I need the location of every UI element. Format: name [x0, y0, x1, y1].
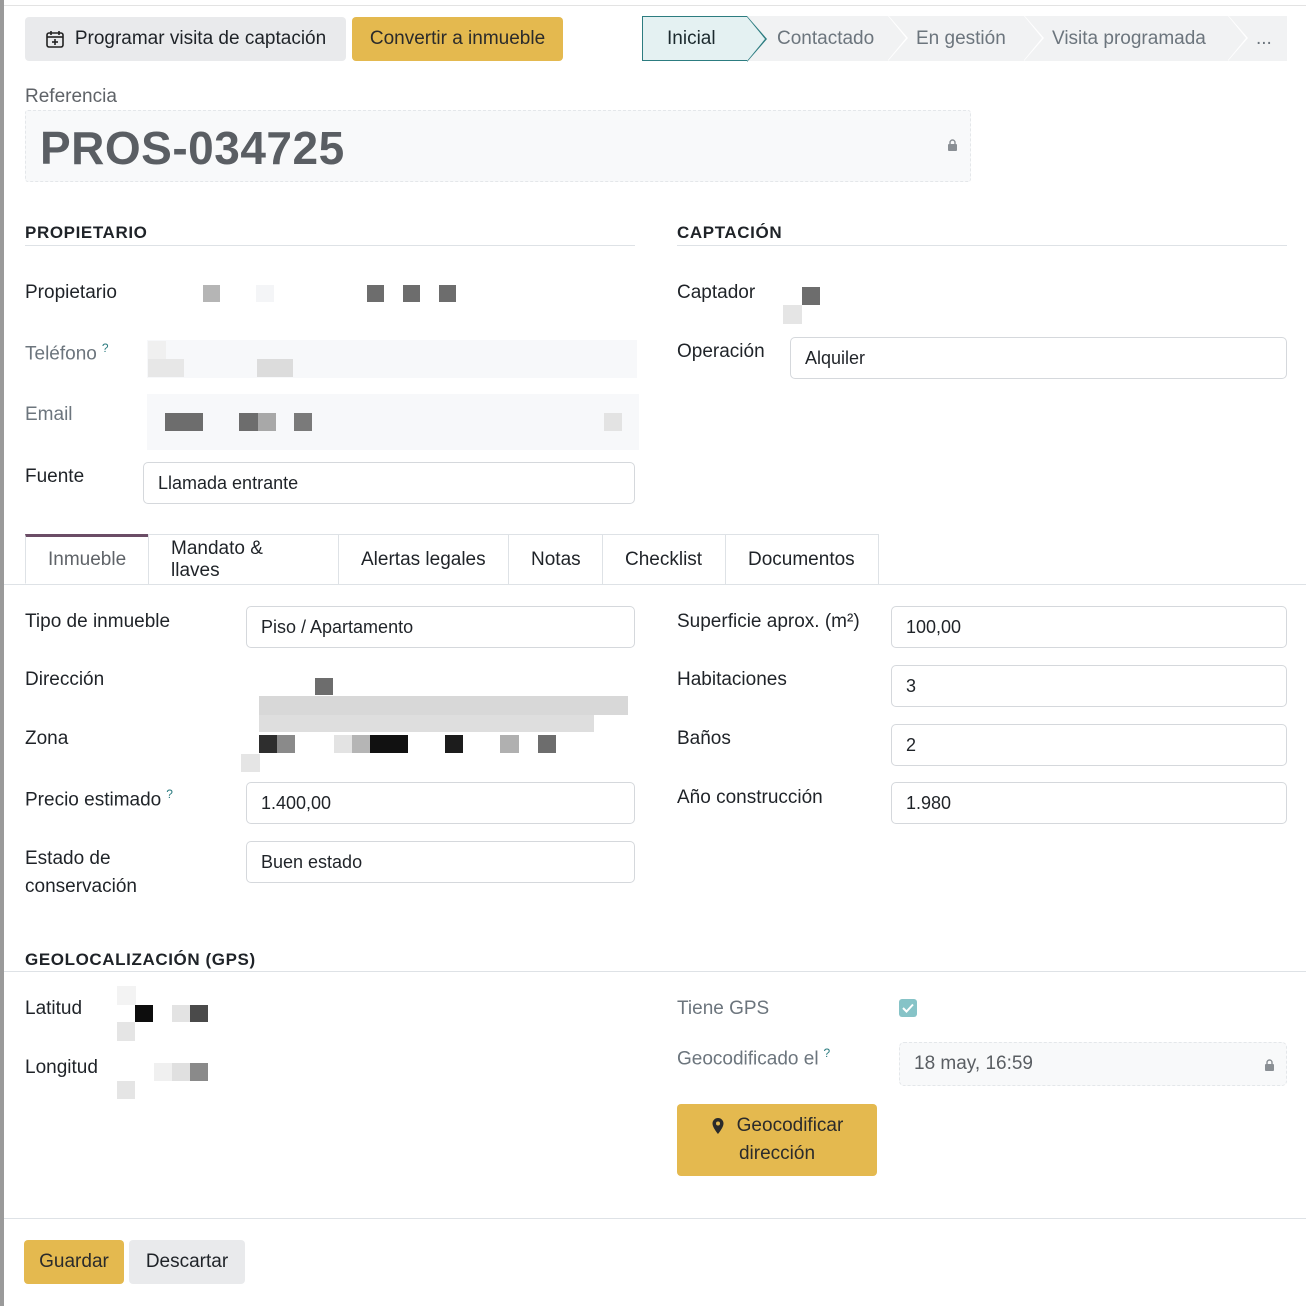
lock-icon [948, 139, 957, 151]
address-label: Dirección [25, 669, 105, 690]
has-gps-checkbox[interactable] [899, 999, 917, 1017]
tab-documentos[interactable]: Documentos [725, 534, 879, 584]
address-value-redacted[interactable] [240, 676, 632, 732]
stage-label: Contactado [777, 27, 875, 49]
property-type-label: Tipo de inmueble [25, 611, 171, 632]
surface-label: Superficie aprox. (m²) [677, 611, 860, 632]
geocode-address-button[interactable]: Geocodificar dirección [677, 1104, 877, 1176]
owner-label: Propietario [25, 282, 117, 303]
convert-to-property-button[interactable]: Convertir a inmueble [352, 17, 563, 61]
email-label: Email [25, 404, 73, 425]
captor-value-redacted[interactable] [782, 284, 822, 326]
latitude-value-redacted[interactable] [116, 985, 636, 1043]
geocode-button-line1: Geocodificar [711, 1112, 844, 1140]
rooms-label: Habitaciones [677, 669, 787, 690]
tab-notas[interactable]: Notas [508, 534, 603, 584]
owner-section-title: PROPIETARIO [25, 223, 148, 242]
longitude-value-redacted[interactable] [116, 1045, 636, 1101]
condition-label-line2: conservación [25, 876, 137, 897]
footer-rule [4, 1218, 1306, 1219]
tab-inmueble[interactable]: Inmueble [25, 534, 149, 584]
surface-field[interactable]: 100,00 [891, 606, 1287, 648]
email-value-redacted[interactable] [147, 394, 639, 450]
tabs-rule [4, 584, 1306, 585]
stage-visita-programada[interactable]: Visita programada [1024, 15, 1248, 61]
stage-contactado[interactable]: Contactado [747, 15, 908, 61]
discard-button[interactable]: Descartar [129, 1240, 245, 1284]
schedule-visit-button[interactable]: Programar visita de captación [25, 17, 346, 61]
geocode-button-label-2: dirección [738, 1143, 816, 1164]
source-field[interactable]: Llamada entrante [143, 462, 635, 504]
geocoded-field: 18 may, 16:59 [899, 1042, 1287, 1086]
phone-value-redacted[interactable] [147, 340, 637, 378]
save-label: Guardar [39, 1251, 109, 1272]
year-field[interactable]: 1.980 [891, 782, 1287, 824]
longitude-label: Longitud [25, 1057, 98, 1078]
condition-label: Estado de conservación [25, 845, 137, 901]
help-icon: ? [101, 341, 109, 355]
notebook-tabs: Inmueble Mandato & llaves Alertas legale… [25, 534, 879, 584]
stage-label: Visita programada [1052, 27, 1206, 49]
latitude-label: Latitud [25, 998, 83, 1019]
geo-section-title: GEOLOCALIZACIÓN (GPS) [25, 950, 256, 969]
property-type-field[interactable]: Piso / Apartamento [246, 606, 635, 648]
geo-section-rule [4, 971, 1306, 972]
condition-field[interactable]: Buen estado [246, 841, 635, 883]
reference-label: Referencia [25, 86, 117, 107]
geocoded-label: Geocodificado el? [677, 1046, 831, 1070]
zone-value-redacted[interactable] [240, 734, 620, 774]
year-label: Año construcción [677, 787, 823, 808]
operation-label: Operación [677, 341, 765, 362]
baths-label: Baños [677, 728, 731, 749]
capture-section-title: CAPTACIÓN [677, 223, 783, 242]
capture-section-rule [677, 245, 1287, 246]
lock-icon [1265, 1059, 1274, 1071]
condition-label-line1: Estado de [25, 848, 111, 869]
discard-label: Descartar [145, 1251, 229, 1272]
help-icon: ? [166, 787, 173, 801]
baths-field[interactable]: 2 [891, 724, 1287, 766]
source-label: Fuente [25, 466, 85, 487]
help-icon: ? [823, 1046, 831, 1060]
phone-label: Teléfono? [25, 341, 109, 365]
check-icon [902, 1003, 914, 1013]
stage-en-gestion[interactable]: En gestión [888, 15, 1044, 61]
tab-checklist[interactable]: Checklist [602, 534, 726, 584]
price-label: Precio estimado? [25, 787, 173, 811]
tab-alertas-legales[interactable]: Alertas legales [338, 534, 509, 584]
left-rail [0, 0, 4, 1306]
calendar-plus-icon [46, 31, 64, 48]
tab-mandato-llaves[interactable]: Mandato & llaves [148, 534, 339, 584]
save-button[interactable]: Guardar [24, 1240, 124, 1284]
zone-label: Zona [25, 728, 69, 749]
convert-label: Convertir a inmueble [369, 28, 546, 49]
stage-statusbar: Inicial Contactado En gestión Visita pro… [642, 15, 1287, 62]
price-field[interactable]: 1.400,00 [246, 782, 635, 824]
captor-label: Captador [677, 282, 756, 303]
owner-section-rule [25, 245, 635, 246]
top-border [4, 0, 1306, 6]
owner-value-redacted[interactable] [200, 282, 470, 306]
stage-inicial[interactable]: Inicial [642, 16, 767, 62]
stage-label: Inicial [667, 27, 716, 49]
has-gps-label: Tiene GPS [677, 998, 770, 1019]
schedule-visit-label: Programar visita de captación [74, 28, 327, 49]
reference-field: PROS-034725 [25, 110, 971, 182]
geocoded-value: 18 may, 16:59 [914, 1053, 1034, 1074]
map-marker-icon [712, 1118, 724, 1134]
operation-field[interactable]: Alquiler [790, 337, 1287, 379]
rooms-field[interactable]: 3 [891, 665, 1287, 707]
geocode-button-label-1: Geocodificar [736, 1115, 844, 1136]
reference-value: PROS-034725 [40, 122, 345, 174]
